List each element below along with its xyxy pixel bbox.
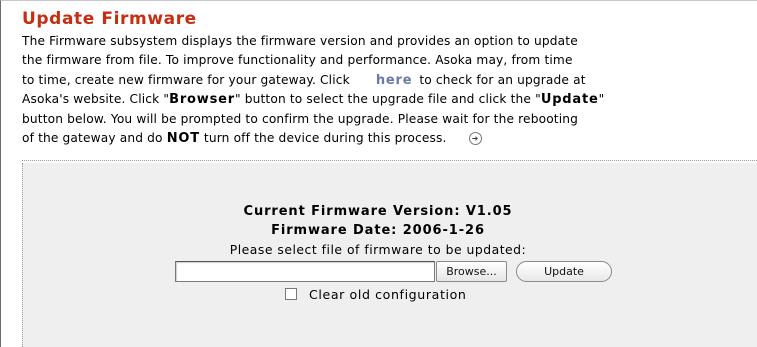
select-file-prompt: Please select file of firmware to be upd… — [229, 242, 527, 257]
firmware-version: Current Firmware Version: V1.05 — [243, 204, 513, 219]
intro-line-3: to time, create new firmware for your ga… — [22, 71, 757, 90]
intro-line-4-middle: " button to select the upgrade file and … — [234, 92, 541, 107]
intro-text: The Firmware subsystem displays the firm… — [22, 32, 757, 148]
intro-line-6: of the gateway and do NOT turn off the d… — [22, 129, 757, 148]
intro-line-5: button below. You will be prompted to co… — [22, 111, 579, 126]
firmware-panel: Current Firmware Version: V1.05 Firmware… — [22, 163, 757, 347]
clear-config-checkbox[interactable] — [285, 288, 297, 300]
update-keyword: Update — [540, 92, 599, 108]
section-divider — [22, 160, 757, 161]
intro-line-2: the firmware from file. To improve funct… — [22, 53, 573, 68]
intro-line-4-end: " — [598, 92, 605, 107]
browser-keyword: Browser — [169, 92, 235, 108]
firmware-file-input[interactable] — [175, 261, 435, 282]
intro-line-4-start: Asoka's website. Click " — [22, 92, 170, 107]
intro-line-3-end: to check for an upgrade at — [419, 72, 586, 87]
intro-line-6-start: of the gateway and do — [22, 131, 163, 146]
page-title: Update Firmware — [22, 9, 197, 29]
browse-button[interactable]: Browse... — [436, 261, 507, 282]
intro-line-4: Asoka's website. Click "Browser" button … — [22, 90, 757, 109]
intro-line-1: The Firmware subsystem displays the firm… — [22, 34, 578, 48]
firmware-date: Firmware Date: 2006-1-26 — [271, 223, 485, 238]
not-keyword: NOT — [166, 131, 200, 147]
intro-line-3-start: to time, create new firmware for your ga… — [22, 72, 350, 87]
update-button[interactable]: Update — [516, 261, 612, 282]
intro-line-6-end: turn off the device during this process. — [203, 131, 447, 146]
arrow-circle-icon[interactable]: ➜ — [468, 132, 482, 146]
clear-config-row: Clear old configuration — [285, 287, 466, 302]
here-link[interactable]: here — [376, 73, 413, 88]
clear-config-label: Clear old configuration — [309, 287, 467, 302]
